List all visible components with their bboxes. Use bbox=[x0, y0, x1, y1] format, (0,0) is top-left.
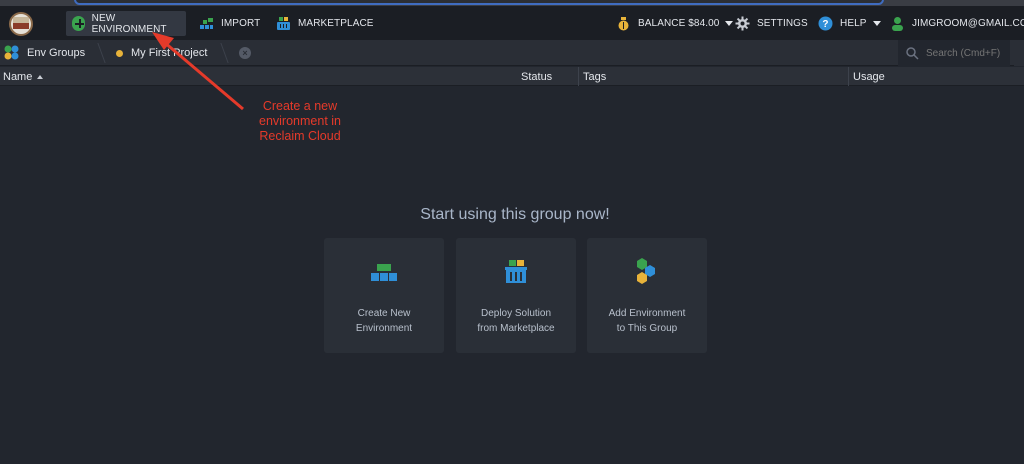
basket-icon bbox=[276, 16, 291, 31]
import-button[interactable]: IMPORT bbox=[193, 11, 269, 36]
project-label: My First Project bbox=[131, 47, 208, 59]
balance-label: BALANCE $84.00 bbox=[638, 18, 720, 29]
project-status-dot bbox=[116, 49, 123, 57]
env-groups-bar: Env Groups My First Project × bbox=[0, 40, 1024, 66]
reclaim-cloud-logo[interactable] bbox=[9, 12, 33, 36]
empty-state-title: Start using this group now! bbox=[420, 206, 610, 223]
browser-window-controls bbox=[974, 0, 1018, 13]
search-field[interactable] bbox=[898, 40, 1010, 66]
gear-icon bbox=[735, 16, 750, 31]
plus-circle-icon bbox=[72, 16, 85, 31]
settings-button[interactable]: SETTINGS bbox=[729, 11, 817, 36]
user-email: JIMGROOM@GMAIL.COM bbox=[912, 18, 1024, 29]
new-environment-label: NEW ENVIRONMENT bbox=[91, 12, 167, 35]
create-new-environment-card[interactable]: Create New Environment bbox=[324, 238, 444, 353]
browser-url-bar[interactable] bbox=[74, 0, 884, 5]
new-environment-button[interactable]: NEW ENVIRONMENT bbox=[66, 11, 186, 36]
sort-ascending-icon bbox=[37, 74, 44, 79]
env-groups-tab[interactable]: Env Groups bbox=[4, 40, 85, 66]
marketplace-button[interactable]: MARKETPLACE bbox=[270, 11, 383, 36]
breadcrumb-separator bbox=[211, 43, 229, 63]
help-icon: ? bbox=[818, 16, 833, 31]
card-label-line: Deploy Solution bbox=[480, 308, 552, 319]
chevron-down-icon bbox=[872, 21, 881, 26]
breadcrumb-separator bbox=[88, 43, 106, 63]
card-label-line: from Marketplace bbox=[477, 323, 555, 334]
marketplace-label: MARKETPLACE bbox=[298, 18, 374, 29]
search-icon bbox=[906, 46, 919, 60]
import-blocks-icon bbox=[199, 16, 214, 31]
close-icon[interactable]: × bbox=[239, 47, 251, 59]
card-label-line: Add Environment bbox=[608, 308, 686, 319]
settings-label: SETTINGS bbox=[757, 18, 808, 29]
scrollbar[interactable] bbox=[1014, 40, 1024, 66]
add-environment-to-group-card[interactable]: Add Environment to This Group bbox=[587, 238, 707, 353]
import-label: IMPORT bbox=[221, 18, 261, 29]
card-label-line: to This Group bbox=[616, 323, 678, 334]
column-usage[interactable]: Usage bbox=[848, 67, 885, 86]
help-label: HELP bbox=[840, 18, 867, 29]
project-tab[interactable]: My First Project bbox=[116, 40, 207, 66]
environment-blocks-icon bbox=[362, 258, 406, 288]
card-label-line: Create New bbox=[357, 308, 411, 319]
balance-menu[interactable]: BALANCE $84.00 bbox=[610, 11, 742, 36]
annotation-callout: Create a new environment in Reclaim Clou… bbox=[259, 99, 341, 143]
money-bag-icon bbox=[616, 16, 631, 31]
top-toolbar: NEW ENVIRONMENT IMPORT MARKETPLACE BALAN… bbox=[0, 6, 1024, 40]
search-input[interactable] bbox=[926, 47, 1006, 59]
column-tags[interactable]: Tags bbox=[578, 67, 606, 86]
deploy-from-marketplace-card[interactable]: Deploy Solution from Marketplace bbox=[456, 238, 576, 353]
user-icon bbox=[890, 16, 905, 31]
help-menu[interactable]: ? HELP bbox=[812, 11, 890, 36]
column-status[interactable]: Status bbox=[521, 67, 552, 86]
hexagons-icon bbox=[625, 258, 669, 288]
card-label-line: Environment bbox=[355, 323, 413, 334]
table-header: Name Status Tags Usage bbox=[0, 67, 1024, 86]
column-name[interactable]: Name bbox=[3, 67, 44, 86]
env-groups-icon bbox=[4, 45, 22, 61]
user-menu[interactable]: JIMGROOM@GMAIL.COM bbox=[884, 11, 1024, 36]
basket-icon bbox=[494, 258, 538, 288]
svg-text:?: ? bbox=[822, 19, 828, 30]
env-groups-label: Env Groups bbox=[27, 47, 86, 59]
